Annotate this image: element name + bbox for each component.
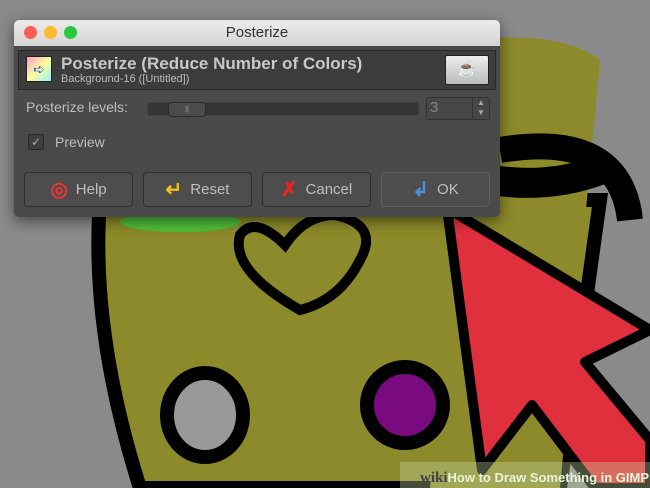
cancel-label: Cancel [305, 181, 353, 198]
levels-label: Posterize levels: [26, 99, 128, 115]
title-bar[interactable]: Posterize [14, 20, 500, 46]
header-title: Posterize (Reduce Number of Colors) [61, 54, 363, 73]
ok-button[interactable]: ↲ OK [381, 172, 490, 207]
levels-slider[interactable]: || [147, 102, 419, 117]
image-thumbnail-button[interactable]: ☕ [445, 55, 489, 85]
preview-label[interactable]: Preview [55, 134, 105, 150]
watermark: wikiHow to Draw Something in GIMP [420, 470, 649, 487]
preview-checkbox[interactable]: ✓ [28, 134, 44, 150]
slider-thumb[interactable]: || [168, 102, 206, 117]
levels-spinbox[interactable]: 3 ▲ ▼ [426, 97, 490, 120]
reset-icon: ↵ [165, 179, 183, 201]
cancel-x-icon: ✗ [280, 179, 298, 201]
watermark-text: How to Draw Something in GIMP [447, 470, 650, 485]
ok-label: OK [437, 181, 459, 198]
window-title: Posterize [225, 24, 289, 41]
watermark-brand: wiki [420, 470, 448, 486]
header-subtitle: Background-16 ([Untitled]) [61, 73, 190, 85]
reset-label: Reset [190, 181, 230, 198]
posterize-icon: ➪ [26, 56, 52, 82]
zoom-button[interactable] [64, 26, 77, 39]
close-button[interactable] [24, 26, 37, 39]
cancel-button[interactable]: ✗ Cancel [262, 172, 371, 207]
spin-arrows-icon[interactable]: ▲ ▼ [472, 98, 489, 119]
reset-button[interactable]: ↵ Reset [143, 172, 252, 207]
minimize-button[interactable] [44, 26, 57, 39]
dialog-header: ➪ Posterize (Reduce Number of Colors) Ba… [18, 50, 496, 90]
enter-arrow-icon: ↲ [412, 179, 430, 201]
lifebuoy-icon: ◎ [50, 179, 68, 201]
help-label: Help [75, 181, 107, 198]
levels-value[interactable]: 3 [430, 99, 438, 116]
cup-icon: ☕ [457, 61, 477, 78]
help-button[interactable]: ◎ Help [24, 172, 133, 207]
posterize-dialog: Posterize ➪ Posterize (Reduce Number of … [14, 20, 500, 217]
